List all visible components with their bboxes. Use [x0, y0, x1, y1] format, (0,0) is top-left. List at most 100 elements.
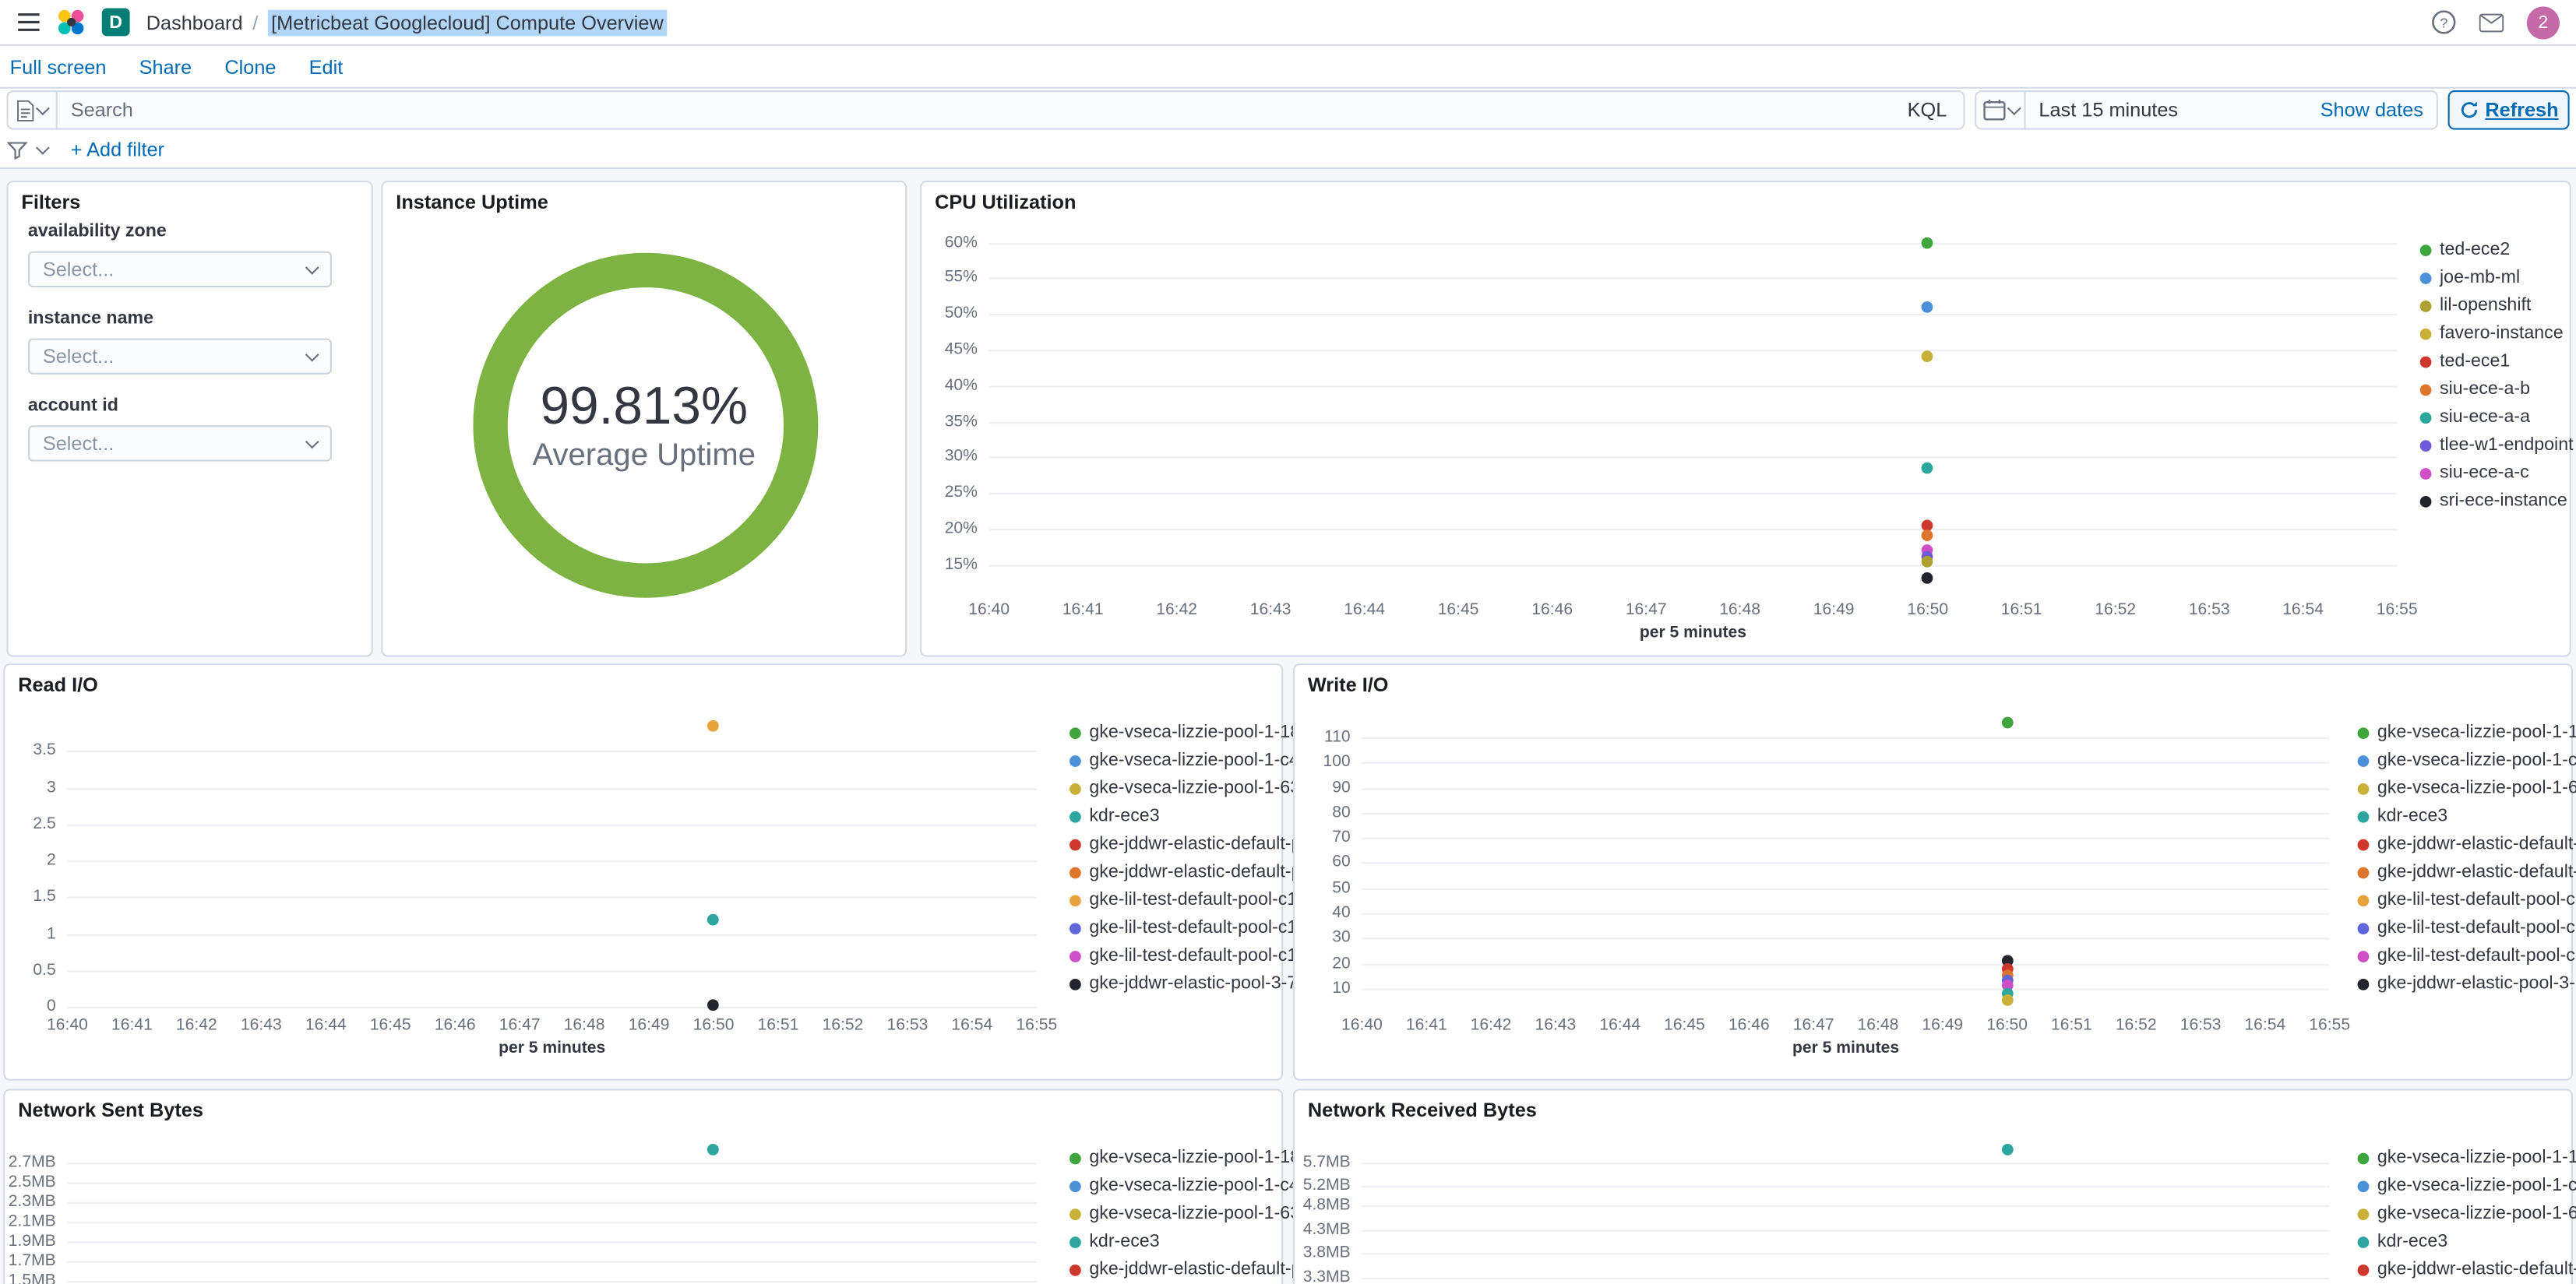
legend-item[interactable]: lil-openshift [2419, 296, 2574, 315]
full-screen-link[interactable]: Full screen [10, 55, 107, 79]
menu-button[interactable] [16, 12, 41, 33]
legend-label: gke-jddwr-elastic-default-po... [2377, 862, 2576, 882]
legend-label: gke-lil-test-default-pool-c1e... [2377, 945, 2576, 966]
data-point[interactable] [707, 913, 720, 925]
y-tick-label: 3 [46, 779, 56, 797]
data-point[interactable] [2001, 1143, 2014, 1156]
data-point[interactable] [1922, 237, 1934, 248]
time-range-value[interactable]: Last 15 minutes [2026, 99, 2178, 122]
legend-item[interactable]: gke-jddwr-elastic-default-po... [2357, 862, 2576, 882]
y-tick-label: 2.5 [33, 815, 56, 834]
chevron-down-icon[interactable] [35, 139, 50, 154]
legend-item[interactable]: gke-vseca-lizzie-pool-1-630... [2357, 1204, 2576, 1223]
data-point[interactable] [707, 719, 720, 732]
gridline [67, 1182, 1037, 1184]
legend-item[interactable]: favero-instance [2419, 323, 2574, 343]
gridline [1362, 937, 2330, 940]
legend-dot [1070, 755, 1081, 766]
legend-item[interactable]: gke-vseca-lizzie-pool-1-c417... [2357, 751, 2576, 770]
hamburger-icon [18, 13, 40, 31]
legend-item[interactable]: gke-jddwr-elastic-default-po... [2357, 834, 2576, 854]
legend-item[interactable]: joe-mb-ml [2419, 268, 2574, 287]
x-tick-label: 16:40 [47, 1016, 88, 1035]
data-point[interactable] [707, 1144, 720, 1156]
breadcrumb-dashboard[interactable]: Dashboard [146, 11, 243, 34]
legend-dot [2419, 494, 2432, 507]
legend-item[interactable]: sri-ece-instance [2419, 491, 2574, 511]
x-tick-label: 16:40 [968, 600, 1010, 620]
gridline [67, 1280, 1037, 1282]
legend-item[interactable]: gke-jddwr-elastic-default-po... [2357, 1259, 2576, 1279]
page-title[interactable]: [Metricbeat Googlecloud] Compute Overvie… [267, 9, 667, 36]
x-tick-label: 16:49 [1813, 600, 1855, 620]
legend-item[interactable]: kdr-ece3 [2357, 807, 2576, 826]
data-point[interactable] [1922, 572, 1934, 585]
legend-item[interactable]: gke-lil-test-default-pool-c1e... [2357, 890, 2576, 909]
legend-item[interactable]: gke-jddwr-elastic-pool-3-74... [2357, 974, 2576, 994]
data-point[interactable] [1922, 301, 1934, 313]
data-point[interactable] [2001, 716, 2014, 729]
add-filter-link[interactable]: + Add filter [71, 138, 164, 161]
legend-item[interactable]: siu-ece-a-b [2419, 379, 2574, 399]
data-point[interactable] [1922, 462, 1934, 474]
account-id-select[interactable]: Select... [27, 425, 333, 462]
data-point[interactable] [1922, 519, 1934, 531]
x-tick-label: 16:40 [1341, 1016, 1383, 1035]
filter-funnel-icon[interactable] [6, 139, 28, 160]
legend-item[interactable]: siu-ece-a-a [2419, 407, 2574, 427]
panel-title: Instance Uptime [396, 190, 548, 214]
legend-item[interactable]: ted-ece2 [2419, 240, 2574, 259]
legend-dot [1070, 838, 1081, 850]
help-icon[interactable]: ? [2431, 10, 2456, 35]
space-avatar[interactable]: D [101, 8, 130, 37]
legend-item[interactable]: siu-ece-a-c [2419, 463, 2574, 483]
chevron-down-icon [305, 434, 319, 449]
y-tick-label: 110 [1324, 728, 1351, 747]
edit-link[interactable]: Edit [309, 55, 344, 79]
legend-dot [2357, 810, 2370, 822]
data-point[interactable] [1922, 529, 1934, 542]
legend-item[interactable]: ted-ece1 [2419, 351, 2574, 371]
availability-zone-select[interactable]: Select... [27, 251, 333, 288]
show-dates-link[interactable]: Show dates [2321, 99, 2437, 122]
legend-dot [2419, 355, 2432, 368]
legend-item[interactable]: gke-vseca-lizzie-pool-1-630... [2357, 779, 2576, 798]
legend-item[interactable]: gke-vseca-lizzie-pool-1-c417... [2357, 1176, 2576, 1195]
select-placeholder: Select... [42, 258, 115, 281]
y-tick-label: 40% [944, 376, 978, 395]
legend-item[interactable]: gke-lil-test-default-pool-c1e... [2357, 917, 2576, 938]
user-avatar[interactable]: 2 [2526, 5, 2560, 39]
data-point[interactable] [1922, 556, 1934, 568]
data-point[interactable] [1922, 351, 1934, 363]
query-language-toggle[interactable]: KQL [1908, 99, 1964, 122]
x-axis: 16:40 16:41 16:42 16:43 16:44 16:45 16:46 16:47… [1341, 1017, 2350, 1036]
legend-item[interactable]: kdr-ece3 [2357, 1232, 2576, 1251]
y-tick-label: 50% [944, 304, 978, 323]
search-input[interactable] [57, 98, 1908, 122]
clone-link[interactable]: Clone [224, 55, 276, 79]
elastic-logo-icon[interactable] [58, 9, 86, 37]
legend-label: gke-lil-test-default-pool-c1e... [2377, 917, 2576, 938]
refresh-button[interactable]: Refresh [2447, 90, 2570, 130]
data-point[interactable] [2001, 994, 2014, 1007]
uptime-caption: Average Uptime [532, 438, 756, 473]
newsfeed-mail-icon[interactable] [2479, 12, 2504, 32]
share-link[interactable]: Share [139, 55, 192, 79]
data-point[interactable] [707, 998, 720, 1011]
x-tick-label: 16:53 [2188, 600, 2230, 620]
legend-label: siu-ece-a-b [2440, 379, 2531, 399]
legend-item[interactable]: gke-vseca-lizzie-pool-1-1877... [2357, 723, 2576, 742]
gridline [67, 1222, 1037, 1224]
instance-name-select[interactable]: Select... [27, 338, 333, 375]
legend-dot [2419, 299, 2432, 311]
legend-label: gke-jddwr-elastic-default-po... [2377, 1259, 2576, 1279]
y-tick-label: 1.7MB [8, 1251, 56, 1271]
y-tick-label: 60 [1332, 853, 1351, 872]
date-quick-menu-button[interactable] [1976, 92, 2026, 128]
y-axis: 5.7MB 5.2MB 4.8MB 4.3MB 3.8MB 3.3MB [1295, 1138, 1351, 1284]
dashboard-toolbar: Full screen Share Clone Edit [0, 46, 2576, 89]
legend-item[interactable]: gke-vseca-lizzie-pool-1-1877... [2357, 1148, 2576, 1168]
legend-item[interactable]: gke-lil-test-default-pool-c1e... [2357, 945, 2576, 966]
legend-item[interactable]: tlee-w1-endpoint [2419, 435, 2574, 455]
saved-query-menu-button[interactable] [9, 92, 58, 128]
